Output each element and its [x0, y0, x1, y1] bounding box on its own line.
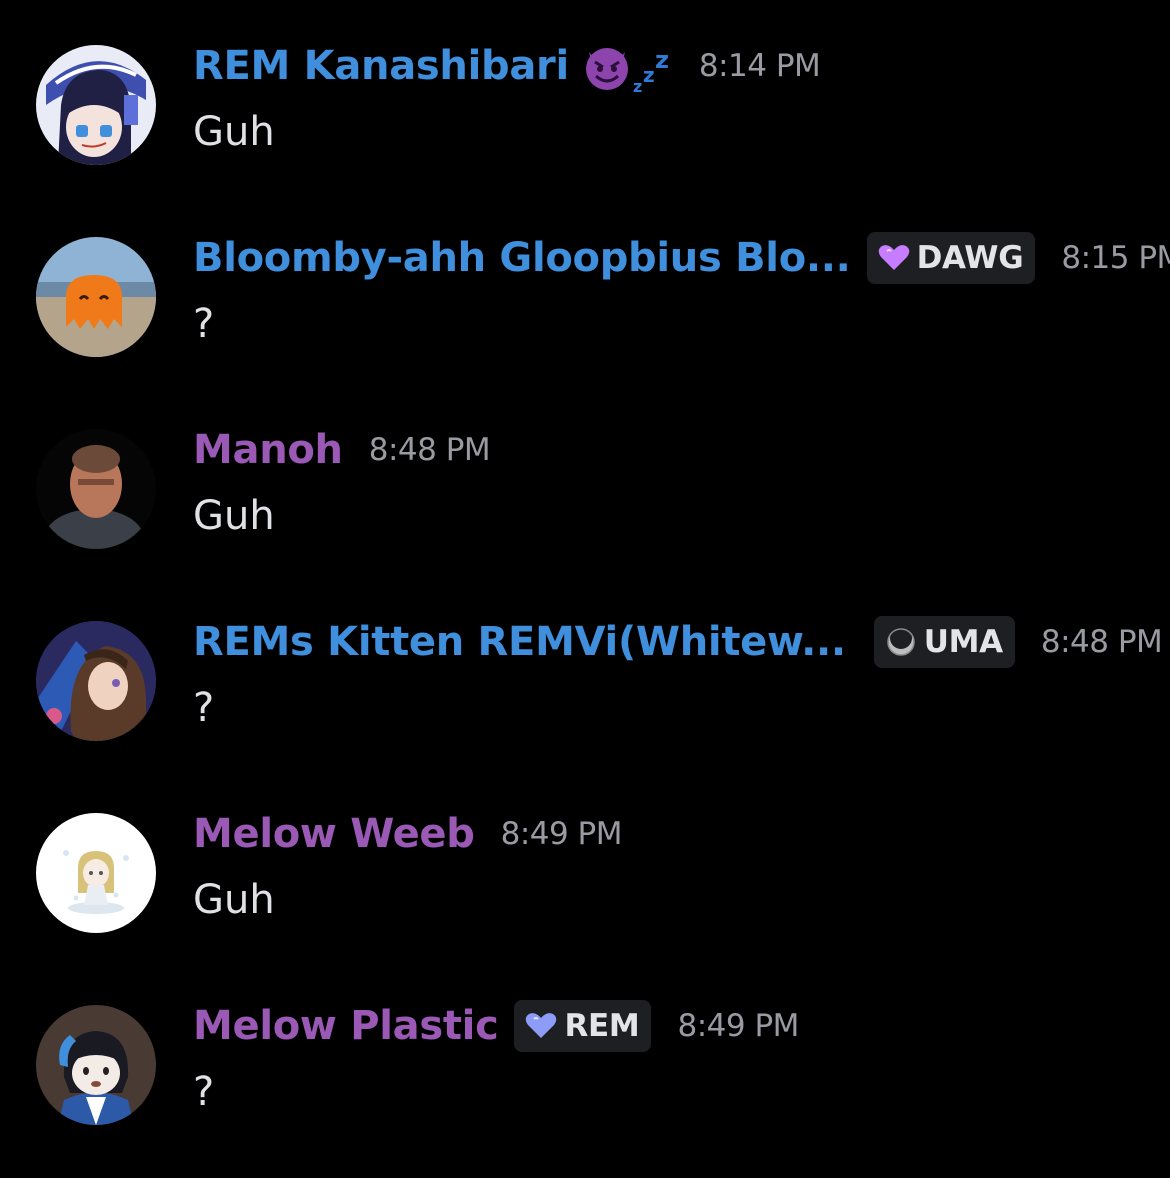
username[interactable]: Melow Weeb	[193, 811, 475, 857]
svg-text:z: z	[633, 77, 642, 94]
timestamp: 8:14 PM	[698, 48, 821, 84]
message-item: Melow Weeb 8:49 PM Guh	[0, 798, 1170, 968]
message-item: Melow Plastic REM 8:49 PM ?	[0, 990, 1170, 1160]
message-header: REM Kanashibari z z z 8:14 PM	[193, 38, 821, 94]
message-text: ?	[193, 301, 215, 347]
username[interactable]: REM Kanashibari	[193, 43, 569, 89]
message-header: Melow Weeb 8:49 PM	[193, 806, 623, 862]
avatar[interactable]	[36, 621, 156, 741]
avatar[interactable]	[36, 237, 156, 357]
message-text: Guh	[193, 877, 275, 923]
tag-label: UMA	[923, 624, 1003, 660]
timestamp: 8:48 PM	[368, 432, 491, 468]
message-text: Guh	[193, 493, 275, 539]
message-header: REMs Kitten REMVi(Whitew... UMA 8:48 PM	[193, 614, 1163, 670]
blue-heart-icon	[526, 1013, 557, 1038]
username[interactable]: Bloomby-ahh Gloopbius Blo...	[193, 235, 851, 281]
message-text: Guh	[193, 109, 275, 155]
avatar[interactable]	[36, 813, 156, 933]
timestamp: 8:49 PM	[677, 1008, 799, 1044]
message-text: ?	[193, 1069, 215, 1115]
server-tag[interactable]: UMA	[873, 616, 1015, 668]
message-header: Bloomby-ahh Gloopbius Blo... DAWG 8:15 P…	[193, 230, 1170, 286]
username[interactable]: Melow Plastic	[193, 1003, 499, 1049]
username[interactable]: REMs Kitten REMVi(Whitew...	[193, 619, 846, 665]
purple-heart-icon	[878, 245, 909, 270]
server-tag[interactable]: DAWG	[866, 232, 1036, 284]
svg-text:z: z	[655, 46, 669, 74]
timestamp: 8:49 PM	[500, 816, 623, 852]
message-item: REMs Kitten REMVi(Whitew... UMA 8:48 PM …	[0, 606, 1170, 776]
message-header: Manoh 8:48 PM	[193, 422, 491, 478]
tag-label: DAWG	[916, 240, 1024, 276]
message-item: Manoh 8:48 PM Guh	[0, 414, 1170, 584]
tag-label: REM	[564, 1008, 640, 1044]
timestamp: 8:48 PM	[1040, 624, 1163, 660]
svg-text:z: z	[643, 63, 655, 87]
moon-icon	[887, 627, 915, 656]
avatar[interactable]	[36, 45, 156, 165]
server-tag[interactable]: REM	[514, 1000, 652, 1052]
message-text: ?	[193, 685, 215, 731]
timestamp: 8:15 PM	[1061, 240, 1170, 276]
avatar[interactable]	[36, 429, 156, 549]
message-item: Bloomby-ahh Gloopbius Blo... DAWG 8:15 P…	[0, 222, 1170, 392]
message-item: REM Kanashibari z z z 8:14 PM Guh	[0, 30, 1170, 200]
avatar[interactable]	[36, 1005, 156, 1125]
username[interactable]: Manoh	[193, 427, 343, 473]
message-header: Melow Plastic REM 8:49 PM	[193, 998, 799, 1054]
imp-sleeping-icon: z z z	[583, 38, 673, 94]
